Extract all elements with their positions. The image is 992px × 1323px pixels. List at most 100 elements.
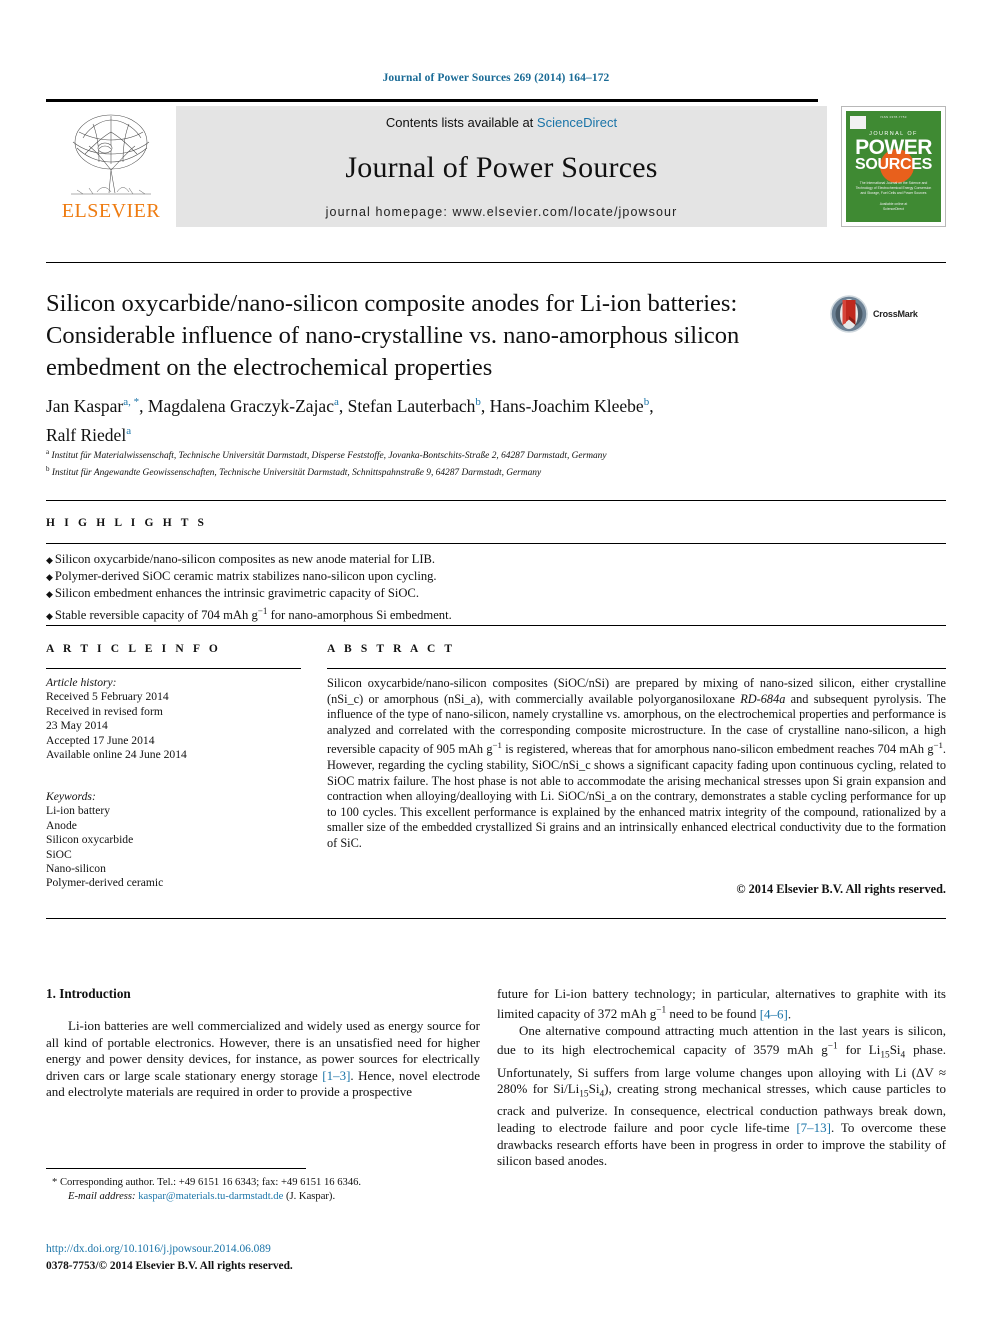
author-2: Magdalena Graczyk-Zajac [147,395,334,416]
title-area: Silicon oxycarbide/nano-silicon composit… [46,288,816,384]
page-title: Silicon oxycarbide/nano-silicon composit… [46,290,740,381]
keyword-item: SiOC [46,847,72,861]
corresponding-author-note: * Corresponding author. Tel.: +49 6151 1… [52,1177,362,1188]
author-list: Jan Kaspara, *, Magdalena Graczyk-Zajaca… [46,395,654,445]
citation-link[interactable]: [4–6] [760,1006,788,1021]
author-4-marks: b [643,396,650,408]
journal-homepage[interactable]: journal homepage: www.elsevier.com/locat… [326,205,678,219]
section-title-introduction: 1. Introduction [46,986,131,1001]
journal-cover-thumbnail[interactable]: ISSN 0378-7753 JOURNAL OF POWER SOURCES … [841,106,946,227]
abstract-text: Silicon oxycarbide/nano-silicon composit… [327,676,946,852]
author-5-marks: a [126,424,132,437]
affiliation-b: b Institut für Angewandte Geowissenschaf… [46,463,946,480]
highlight-3: Silicon embedment enhances the intrinsic… [54,586,419,601]
highlight-4: Stable reversible capacity of 704 mAh g−… [54,605,452,622]
citation-link[interactable]: [1–3] [322,1068,350,1083]
abstract-part-2: and subsequent pyrolysis. The influence … [327,691,946,851]
issn-copyright: 0378-7753/© 2014 Elsevier B.V. All right… [46,1260,293,1272]
affiliation-b-mark: b [46,464,50,473]
history-line: Received 5 February 2014 [46,690,169,704]
right-para-2a: One alternative compound attracting much… [497,1022,947,1135]
highlight-2: Polymer-derived SiOC ceramic matrix stab… [54,569,437,584]
info-top-rule [46,625,946,626]
crossmark-badge[interactable]: CrossMark [830,292,942,336]
cover-sources-word: SOURCES [854,156,933,173]
history-line: Available online 24 June 2014 [46,748,187,762]
doi-link[interactable]: http://dx.doi.org/10.1016/j.jpowsour.201… [46,1242,271,1257]
body-column-right: future for Li-ion battery technology; in… [497,986,946,1170]
article-history: Article history: Received 5 February 201… [46,676,301,762]
journal-title: Journal of Power Sources [345,150,658,184]
bullet-icon: ◆ [46,572,53,583]
author-2-marks: a [333,396,339,408]
affiliation-a-text: Institut für Materialwissenschaft, Techn… [51,451,607,462]
running-head: Journal of Power Sources 269 (2014) 164–… [382,72,610,84]
right-para-1a: future for Li-ion battery technology; in… [497,986,946,1021]
citation-link[interactable]: [7–13] [796,1120,831,1135]
masthead-top-rule [46,99,818,102]
author-4: Hans-Joachim Kleebe [489,395,644,416]
elsevier-wordmark: ELSEVIER [61,200,161,222]
abstract-copyright: © 2014 Elsevier B.V. All rights reserved… [736,882,946,896]
affiliation-b-text: Institut für Angewandte Geowissenschafte… [51,467,542,478]
email-note: E-mail address: kaspar@materials.tu-darm… [46,1190,486,1204]
email-label: E-mail address: [68,1191,136,1202]
keyword-item: Polymer-derived ceramic [46,876,164,890]
cover-subtitle: The International Journal on the Science… [855,181,932,195]
journal-band: Contents lists available at ScienceDirec… [176,106,827,227]
paper-page: Journal of Power Sources 269 (2014) 164–… [0,0,992,1323]
highlights-mid-rule [46,543,946,544]
paragraph: future for Li-ion battery technology; in… [497,986,946,1023]
affiliation-a-mark: a [46,448,50,456]
highlight-1: Silicon oxycarbide/nano-silicon composit… [54,552,436,566]
affiliation-a: a Institut für Materialwissenschaft, Tec… [46,446,946,463]
sciencedirect-link[interactable]: ScienceDirect [537,115,617,130]
author-1: Jan Kaspar [46,395,124,416]
contents-prefix: Contents lists available at [385,115,537,130]
paragraph: One alternative compound attracting much… [497,1023,946,1170]
highlights-top-rule [46,500,946,501]
crossmark-label: CrossMark [873,309,918,319]
highlights-list: ◆ Silicon oxycarbide/nano-silicon composi… [46,551,646,624]
journal-masthead: ELSEVIER Contents lists available at Sci… [46,99,946,227]
cover-bottom-text: Available online at ScienceDirect [879,202,908,211]
highlights-heading: H I G H L I G H T S [46,517,208,529]
list-item: ◆ Silicon embedment enhances the intrinsi… [46,585,646,602]
info-bottom-rule [46,918,946,919]
list-item: ◆ Stable reversible capacity of 704 mAh g… [46,603,646,624]
email-link[interactable]: kaspar@materials.tu-darmstadt.de [138,1191,283,1202]
bullet-icon: ◆ [46,610,53,621]
affiliations: a Institut für Materialwissenschaft, Tec… [46,446,946,479]
author-5: Ralf Riedel [46,424,127,445]
keywords-block: Keywords: Li-ion battery Anode Silicon o… [46,790,301,891]
history-line: Received in revised form [46,704,163,718]
keyword-item: Silicon oxycarbide [46,833,134,847]
title-top-rule [46,262,946,263]
abstract-product-name: RD-684a [740,691,786,706]
email-suffix: (J. Kaspar). [285,1191,336,1202]
footnote-rule [46,1168,306,1169]
keyword-item: Li-ion battery [46,804,111,818]
right-para-1b: . [787,1005,792,1021]
list-item: ◆ Silicon oxycarbide/nano-silicon composi… [46,551,646,568]
bullet-icon: ◆ [46,555,53,565]
elsevier-logo: ELSEVIER [46,106,176,227]
abstract-heading: A B S T R A C T [327,643,456,655]
info-mid-rule-right [327,668,946,669]
keywords-label: Keywords: [46,790,96,803]
keyword-item: Nano-silicon [46,862,106,876]
history-line: 23 May 2014 [46,719,108,733]
contents-line: Contents lists available at ScienceDirec… [386,115,617,130]
article-info-heading: A R T I C L E I N F O [46,643,221,655]
cover-power-word: POWER [855,136,932,159]
body-column-left: Li-ion batteries are well commercialized… [46,1018,480,1101]
crossmark-icon [830,295,868,333]
elsevier-tree-icon [71,114,151,195]
keyword-item: Anode [46,818,77,832]
paragraph: Li-ion batteries are well commercialized… [46,1018,480,1101]
info-mid-rule-left [46,668,301,669]
footnote-block: * Corresponding author. Tel.: +49 6151 1… [46,1176,486,1204]
author-3-marks: b [475,396,481,408]
history-line: Accepted 17 June 2014 [46,733,155,747]
list-item: ◆ Polymer-derived SiOC ceramic matrix sta… [46,568,646,585]
